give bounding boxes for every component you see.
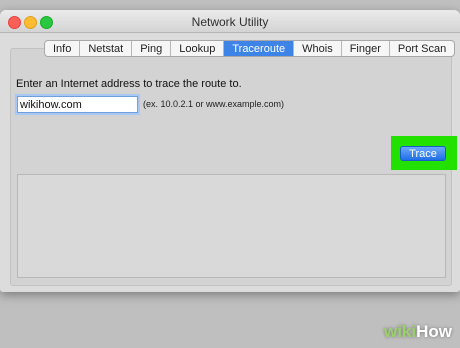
address-hint: (ex. 10.0.2.1 or www.example.com) xyxy=(143,99,285,109)
tab-traceroute[interactable]: Traceroute xyxy=(224,41,295,56)
network-utility-window: Network Utility Info Netstat Ping Lookup… xyxy=(0,10,460,292)
tab-lookup[interactable]: Lookup xyxy=(171,41,225,56)
tab-bar: Info Netstat Ping Lookup Traceroute Whoi… xyxy=(44,40,456,57)
traceroute-output[interactable] xyxy=(17,174,446,278)
tab-ping[interactable]: Ping xyxy=(132,41,172,56)
tab-info[interactable]: Info xyxy=(45,41,81,56)
trace-button[interactable]: Trace xyxy=(400,146,446,161)
address-input[interactable] xyxy=(17,96,138,113)
wikihow-watermark: wikiHow xyxy=(383,322,452,341)
tab-netstat[interactable]: Netstat xyxy=(80,41,133,56)
tab-whois[interactable]: Whois xyxy=(294,41,342,56)
window-title: Network Utility xyxy=(191,15,269,29)
tab-finger[interactable]: Finger xyxy=(342,41,390,56)
tab-port-scan[interactable]: Port Scan xyxy=(390,41,454,56)
address-prompt: Enter an Internet address to trace the r… xyxy=(16,78,242,90)
title-bar: Network Utility xyxy=(0,10,460,33)
